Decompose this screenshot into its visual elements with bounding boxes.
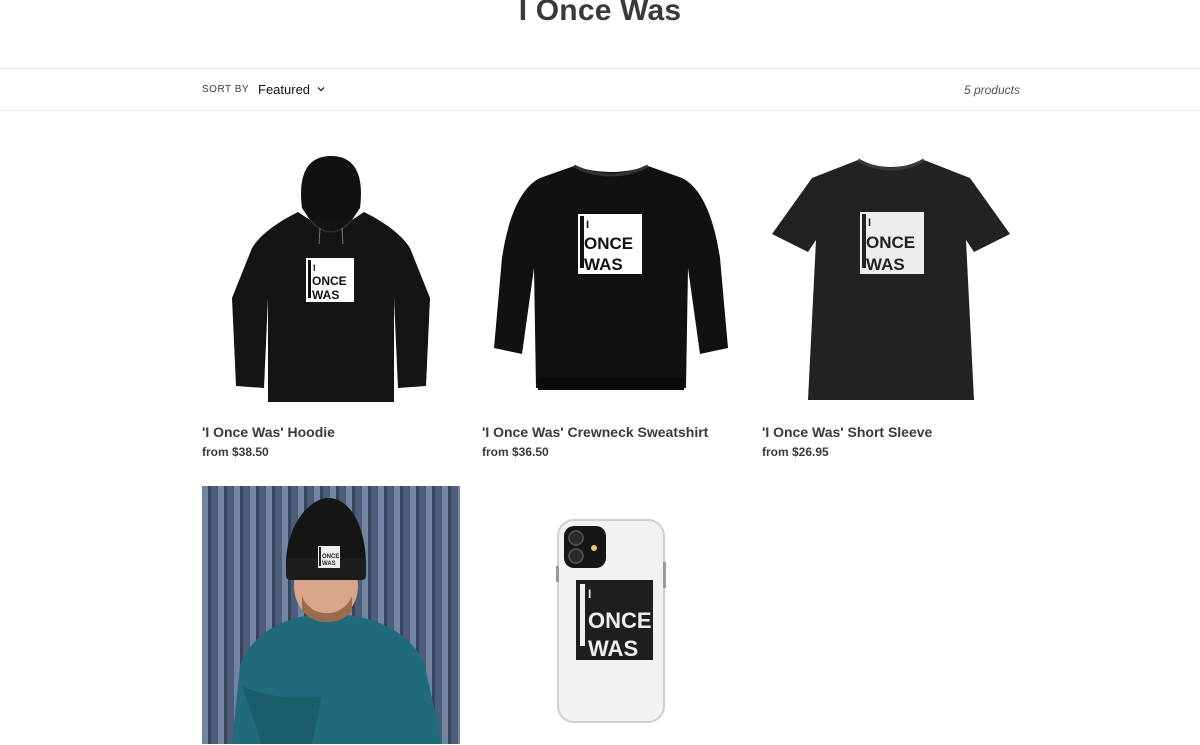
tshirt-image: I ONCE WAS bbox=[772, 158, 1010, 400]
filter-bar: Sort by Featured 5 products bbox=[0, 68, 1200, 111]
svg-text:ONCE: ONCE bbox=[584, 234, 633, 253]
product-card-beanie[interactable]: ONCE WAS bbox=[202, 486, 460, 744]
product-title[interactable]: 'I Once Was' Hoodie bbox=[202, 424, 335, 440]
product-price: from $26.95 bbox=[762, 445, 829, 459]
beanie-logo-text: ONCE bbox=[322, 554, 339, 560]
product-price: from $36.50 bbox=[482, 445, 549, 459]
svg-text:WAS: WAS bbox=[584, 255, 623, 274]
svg-text:ONCE: ONCE bbox=[312, 274, 347, 288]
hoodie-image: I ONCE WAS bbox=[232, 156, 430, 402]
svg-text:WAS: WAS bbox=[588, 636, 638, 661]
product-card-hoodie[interactable]: I ONCE WAS 'I Once Was' Hoodie from $38.… bbox=[202, 148, 460, 459]
product-image-short-sleeve[interactable]: I ONCE WAS bbox=[762, 148, 1020, 406]
product-title[interactable]: 'I Once Was' Short Sleeve bbox=[762, 424, 932, 440]
page-title: I Once Was bbox=[518, 0, 682, 27]
phone-case-image: I ONCE WAS bbox=[556, 519, 666, 723]
svg-text:ONCE: ONCE bbox=[588, 608, 652, 633]
svg-text:ONCE: ONCE bbox=[866, 233, 915, 252]
product-price: from $38.50 bbox=[202, 445, 269, 459]
product-card-short-sleeve[interactable]: I ONCE WAS 'I Once Was' Short Sleeve fro… bbox=[762, 148, 1020, 459]
product-card-phone-case[interactable]: I ONCE WAS bbox=[482, 486, 740, 744]
crewneck-sweatshirt-image: I ONCE WAS bbox=[494, 164, 728, 390]
sort-select[interactable]: Featured bbox=[250, 77, 332, 103]
svg-text:WAS: WAS bbox=[866, 255, 905, 274]
hoodie-logo-text: I bbox=[313, 263, 316, 273]
phone-case-logo-text: I bbox=[588, 587, 591, 601]
svg-text:WAS: WAS bbox=[312, 288, 339, 302]
product-image-hoodie[interactable]: I ONCE WAS bbox=[202, 148, 460, 406]
product-image-beanie[interactable]: ONCE WAS bbox=[202, 486, 460, 744]
product-image-phone-case[interactable]: I ONCE WAS bbox=[482, 486, 740, 744]
product-image-crewneck[interactable]: I ONCE WAS bbox=[482, 148, 740, 406]
svg-text:WAS: WAS bbox=[322, 561, 336, 567]
tshirt-logo-text: I bbox=[868, 217, 871, 229]
crewneck-logo-text: I bbox=[586, 219, 589, 231]
product-count: 5 products bbox=[963, 83, 1020, 97]
product-card-crewneck[interactable]: I ONCE WAS 'I Once Was' Crewneck Sweatsh… bbox=[482, 148, 740, 459]
sort-select-value: Featured bbox=[258, 82, 311, 97]
chevron-down-icon bbox=[317, 87, 325, 92]
beanie-photo-image: ONCE WAS bbox=[202, 486, 460, 744]
product-title[interactable]: 'I Once Was' Crewneck Sweatshirt bbox=[482, 424, 708, 440]
sort-by-label: Sort by bbox=[202, 84, 250, 95]
